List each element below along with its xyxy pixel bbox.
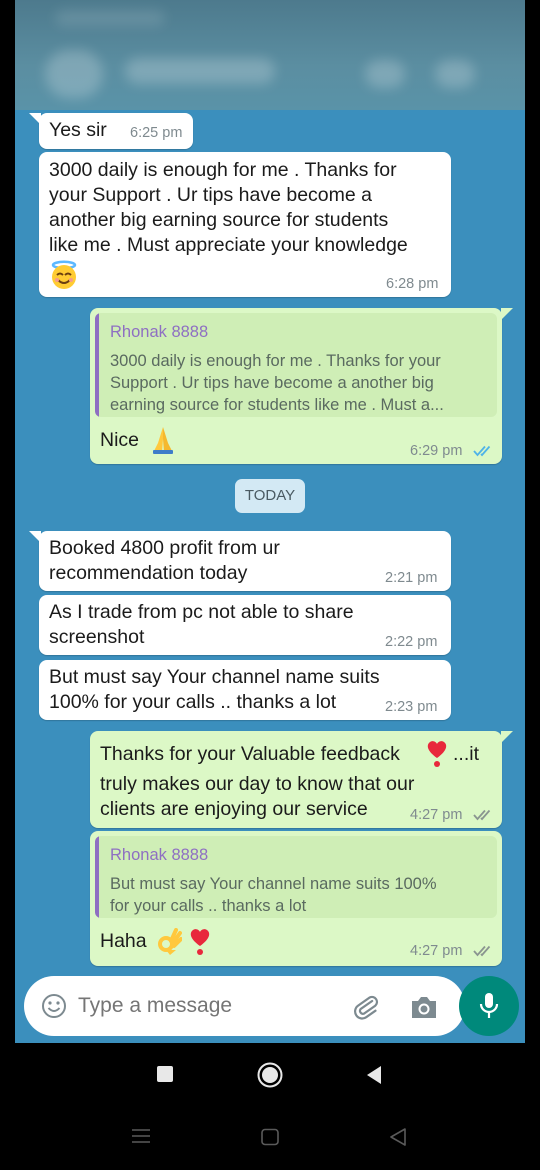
contact-avatar[interactable]	[45, 50, 103, 98]
quote-text: 3000 daily is enough for me . Thanks for…	[110, 352, 444, 414]
message-time: 6:29 pm	[410, 443, 463, 459]
quote-author: Rhonak 8888	[110, 323, 209, 341]
ok-hand-emoji	[156, 928, 183, 956]
camera-icon[interactable]	[409, 994, 439, 1020]
quote-author: Rhonak 8888	[110, 846, 209, 864]
delivered-ticks-icon	[473, 945, 491, 957]
folded-hands-emoji	[150, 425, 176, 455]
back-button[interactable]	[365, 1065, 383, 1085]
message-text: Haha	[100, 930, 147, 952]
read-ticks-icon	[473, 445, 491, 457]
message-incoming[interactable]: But must say Your channel name suits 100…	[39, 660, 451, 720]
message-text: As I trade from pc not able to share scr…	[49, 601, 354, 648]
quoted-message[interactable]: Rhonak 8888 3000 daily is enough for me …	[95, 313, 497, 417]
delivered-ticks-icon	[473, 809, 491, 821]
contact-name-blurred[interactable]	[125, 58, 275, 84]
message-incoming[interactable]: As I trade from pc not able to share scr…	[39, 595, 451, 655]
menu-icon[interactable]	[131, 1128, 151, 1144]
quote-bar	[95, 836, 99, 918]
message-incoming[interactable]: Yes sir 6:25 pm	[29, 113, 193, 149]
bubble-tail	[501, 308, 513, 320]
date-divider: TODAY	[235, 479, 305, 513]
message-outgoing[interactable]: Rhonak 8888 But must say Your channel na…	[90, 831, 502, 966]
attach-icon[interactable]	[351, 992, 381, 1022]
back-outline-icon[interactable]	[388, 1127, 408, 1147]
message-input[interactable]	[78, 989, 328, 1023]
message-outgoing[interactable]: Rhonak 8888 3000 daily is enough for me …	[90, 308, 513, 464]
quote-bar	[95, 313, 99, 417]
bubble-tail	[29, 531, 41, 543]
chat-header[interactable]	[15, 0, 525, 110]
status-bar-blurred	[55, 10, 165, 26]
message-text-suffix: ...it	[453, 743, 480, 765]
message-text: 3000 daily is enough for me . Thanks for…	[49, 159, 408, 256]
message-time: 4:27 pm	[410, 807, 463, 823]
home-button[interactable]	[256, 1061, 284, 1089]
home-outline-icon[interactable]	[260, 1128, 280, 1146]
mic-button[interactable]	[459, 976, 519, 1036]
message-time: 2:22 pm	[385, 634, 438, 650]
bubble-tail	[29, 113, 41, 125]
bubble-tail	[501, 731, 513, 743]
recents-button[interactable]	[157, 1066, 173, 1082]
message-text: But must say Your channel name suits 100…	[49, 666, 380, 713]
message-time: 2:23 pm	[385, 699, 438, 715]
message-text: Booked 4800 profit from ur recommendatio…	[49, 537, 280, 584]
heart-exclamation-emoji	[188, 926, 212, 956]
video-call-icon[interactable]	[365, 60, 405, 88]
system-navigation-bar	[0, 1043, 540, 1170]
message-time: 4:27 pm	[410, 943, 463, 959]
message-time: 2:21 pm	[385, 570, 438, 586]
chat-screen: Yes sir 6:25 pm 3000 daily is enough for…	[15, 0, 525, 1043]
message-text: truly makes our day to know that our cli…	[100, 773, 415, 820]
message-time: 6:28 pm	[386, 276, 439, 292]
mic-icon	[479, 993, 499, 1018]
message-outgoing[interactable]: Thanks for your Valuable feedback ...it …	[90, 731, 513, 828]
smiling-face-halo-emoji	[49, 260, 79, 290]
emoji-icon[interactable]	[41, 993, 67, 1019]
message-composer[interactable]	[24, 976, 465, 1036]
message-incoming[interactable]: 3000 daily is enough for me . Thanks for…	[39, 152, 451, 297]
message-text: Yes sir	[49, 119, 107, 141]
quote-text: But must say Your channel name suits 100…	[110, 875, 437, 915]
heart-exclamation-emoji	[425, 738, 449, 768]
message-incoming[interactable]: Booked 4800 profit from ur recommendatio…	[29, 531, 451, 591]
message-time: 6:25 pm	[130, 125, 183, 141]
quoted-message[interactable]: Rhonak 8888 But must say Your channel na…	[95, 836, 497, 918]
message-text-line1: Thanks for your Valuable feedback	[100, 743, 400, 765]
voice-call-icon[interactable]	[435, 60, 475, 88]
message-text: Nice	[100, 429, 140, 451]
